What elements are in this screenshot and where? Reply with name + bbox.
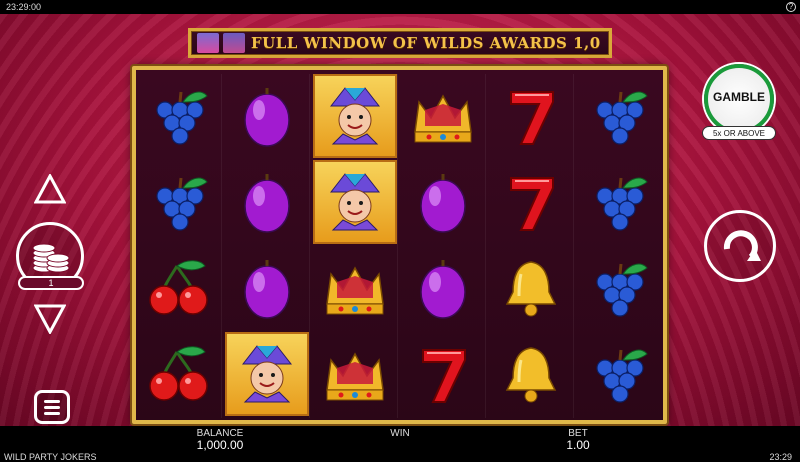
reel-grid [132, 66, 667, 424]
symbol-bell [489, 246, 573, 330]
game-title: WILD PARTY JOKERS [4, 452, 97, 462]
gamble-condition: 5x OR ABOVE [702, 126, 776, 140]
menu-button[interactable] [34, 390, 70, 424]
menu-icon [44, 400, 60, 403]
reel-4 [400, 74, 486, 418]
symbol-cherries [137, 246, 221, 330]
symbol-joker [225, 332, 309, 416]
gamble-button[interactable]: GAMBLE [704, 64, 774, 134]
symbol-bell [489, 332, 573, 416]
symbol-crown [313, 332, 397, 416]
symbol-grapes [577, 74, 661, 158]
symbol-grapes [577, 246, 661, 330]
gamble-label: GAMBLE [713, 90, 765, 104]
spin-button[interactable] [704, 210, 776, 282]
reel-6 [576, 74, 662, 418]
symbol-crown [401, 74, 485, 158]
reel-5 [488, 74, 574, 418]
symbol-grapes [137, 160, 221, 244]
stake-down-button[interactable] [34, 304, 66, 334]
reel-3 [312, 74, 398, 418]
joker-mini-icon [197, 33, 219, 53]
symbol-grapes [577, 332, 661, 416]
status-bar: 23:29:00 ? [0, 0, 800, 14]
symbol-seven [489, 160, 573, 244]
spin-arrow-icon [723, 230, 761, 261]
footer-clock: 23:29 [769, 452, 792, 462]
symbol-joker [313, 74, 397, 158]
symbol-crown [313, 246, 397, 330]
stake-value: 1 [18, 276, 84, 290]
symbol-plum [225, 160, 309, 244]
symbol-plum [401, 160, 485, 244]
symbol-joker [313, 160, 397, 244]
joker-mini-icon [223, 33, 245, 53]
bet-value: 1.00 [566, 438, 590, 452]
game-stage: FULL WINDOW OF WILDS AWARDS 1,000.00 [0, 14, 800, 426]
reel-1 [136, 74, 222, 418]
symbol-seven [489, 74, 573, 158]
info-bar: BALANCE 1,000.00 WIN BET 1.00 WILD PARTY… [0, 426, 800, 462]
symbol-cherries [137, 332, 221, 416]
jackpot-banner: FULL WINDOW OF WILDS AWARDS 1,000.00 [188, 28, 612, 58]
symbol-plum [225, 246, 309, 330]
symbol-grapes [137, 74, 221, 158]
symbol-plum [225, 74, 309, 158]
symbol-grapes [577, 160, 661, 244]
symbol-seven [401, 332, 485, 416]
coins-icon [32, 243, 70, 273]
reel-2 [224, 74, 310, 418]
stake-up-button[interactable] [34, 174, 66, 204]
balance-value: 1,000.00 [196, 438, 244, 452]
symbol-plum [401, 246, 485, 330]
help-icon[interactable]: ? [786, 2, 796, 12]
status-time: 23:29:00 [6, 2, 42, 12]
win-label: WIN [390, 428, 410, 439]
banner-text: FULL WINDOW OF WILDS AWARDS 1,000.00 [251, 34, 601, 52]
